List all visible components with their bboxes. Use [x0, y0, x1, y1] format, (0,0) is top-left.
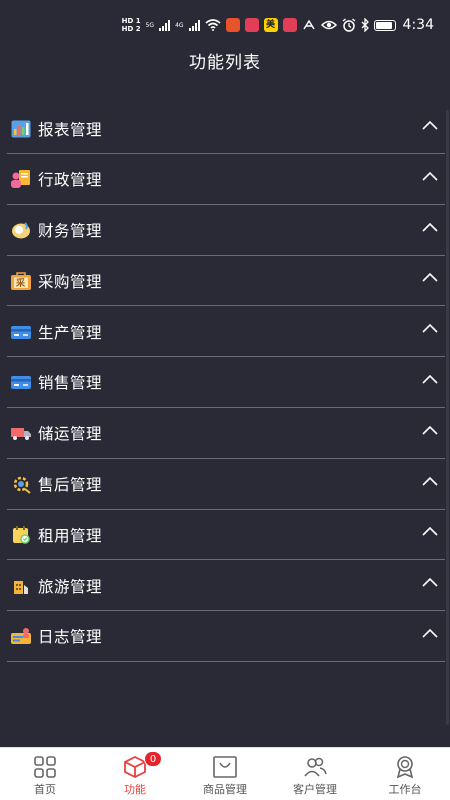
travel-icon [10, 575, 32, 597]
chevron-up-icon[interactable] [421, 320, 439, 338]
production-icon [10, 321, 32, 343]
tab-customers[interactable]: 客户管理 [270, 748, 360, 800]
menu-label: 行政管理 [38, 171, 103, 190]
menu-item-rental[interactable]: 租用管理 [7, 510, 445, 561]
chevron-up-icon[interactable] [421, 371, 439, 389]
chevron-up-icon[interactable] [421, 625, 439, 643]
signal-icon [159, 19, 171, 31]
tab-label: 功能 [124, 783, 146, 796]
bottom-tab-bar: 首页 0 功能 商品管理 客户管理 工作台 [0, 747, 450, 800]
menu-item-finance[interactable]: 财务管理 [7, 206, 445, 256]
menu-label: 储运管理 [38, 425, 103, 444]
alarm-icon [342, 18, 355, 32]
tab-label: 首页 [34, 783, 56, 796]
menu-item-logistics[interactable]: 储运管理 [7, 409, 445, 459]
status-time: 4:34 [402, 17, 434, 33]
menu-item-travel[interactable]: 旅游管理 [7, 561, 445, 612]
function-list: 报表管理 行政管理 财务管理 采 采购管理 生产管理 销售管理 储运管理 售后管… [7, 104, 445, 663]
chevron-up-icon[interactable] [421, 473, 439, 491]
tab-functions[interactable]: 0 功能 [90, 748, 180, 800]
bag-icon [213, 756, 237, 778]
log-icon [10, 625, 32, 647]
app-icon-3 [282, 18, 297, 32]
finance-icon [10, 219, 32, 241]
chevron-up-icon[interactable] [421, 523, 439, 541]
chevron-up-icon[interactable] [421, 422, 439, 440]
eye-icon [320, 20, 337, 30]
menu-label: 租用管理 [38, 526, 103, 545]
truck-icon [10, 422, 32, 444]
app-icon-2 [244, 18, 259, 32]
menu-label: 生产管理 [38, 323, 103, 342]
chevron-up-icon[interactable] [421, 574, 439, 592]
tab-products[interactable]: 商品管理 [180, 748, 270, 800]
tab-label: 商品管理 [203, 783, 247, 796]
menu-label: 财务管理 [38, 222, 103, 241]
hd-indicator: HD 1 HD 2 [122, 17, 141, 33]
after-sales-icon [10, 473, 32, 495]
menu-label: 售后管理 [38, 476, 103, 495]
wifi-icon [205, 19, 221, 31]
rental-icon [10, 524, 32, 546]
notification-badge: 0 [144, 751, 162, 767]
menu-item-log[interactable]: 日志管理 [7, 612, 445, 662]
menu-item-sales[interactable]: 销售管理 [7, 358, 445, 408]
hd1-label: HD 1 [121, 17, 141, 25]
battery-icon [373, 19, 396, 31]
scrollbar[interactable] [446, 110, 449, 725]
tab-home[interactable]: 首页 [0, 748, 90, 800]
signal-icon-2 [188, 19, 200, 31]
menu-item-admin[interactable]: 行政管理 [7, 155, 445, 205]
menu-label: 采购管理 [38, 272, 103, 291]
admin-icon [10, 168, 32, 190]
menu-label: 日志管理 [38, 628, 103, 647]
menu-item-production[interactable]: 生产管理 [7, 307, 445, 358]
tab-workbench[interactable]: 工作台 [360, 748, 450, 800]
tab-label: 客户管理 [293, 783, 337, 796]
report-icon [10, 118, 32, 140]
page-title: 功能列表 [189, 53, 261, 73]
menu-label: 旅游管理 [38, 577, 103, 596]
meituan-icon: 美 [263, 18, 278, 32]
status-bar: HD 1 HD 2 5G 4G 美 4:34 [0, 0, 450, 50]
chevron-up-icon[interactable] [421, 219, 439, 237]
net1-label: 5G [145, 21, 155, 29]
app-icon [225, 18, 240, 32]
hd2-label: HD 2 [121, 25, 141, 33]
tab-label: 工作台 [388, 783, 422, 796]
menu-label: 销售管理 [38, 374, 103, 393]
sales-icon [10, 371, 32, 393]
medal-icon [396, 756, 414, 779]
menu-item-purchase[interactable]: 采 采购管理 [7, 256, 445, 307]
chevron-up-icon[interactable] [421, 168, 439, 186]
menu-item-report[interactable]: 报表管理 [7, 104, 445, 154]
net2-label: 4G [175, 21, 184, 29]
menu-label: 报表管理 [38, 120, 103, 139]
chevron-up-icon[interactable] [421, 117, 439, 135]
purchase-icon-text: 采 [16, 278, 26, 289]
people-icon [304, 757, 327, 777]
chevron-up-icon[interactable] [421, 269, 439, 287]
purchase-icon: 采 [10, 270, 32, 292]
home-grid-icon [34, 756, 56, 778]
menu-item-after-sales[interactable]: 售后管理 [7, 460, 445, 510]
bluetooth-icon [361, 18, 369, 32]
app-icon-4 [302, 19, 315, 30]
